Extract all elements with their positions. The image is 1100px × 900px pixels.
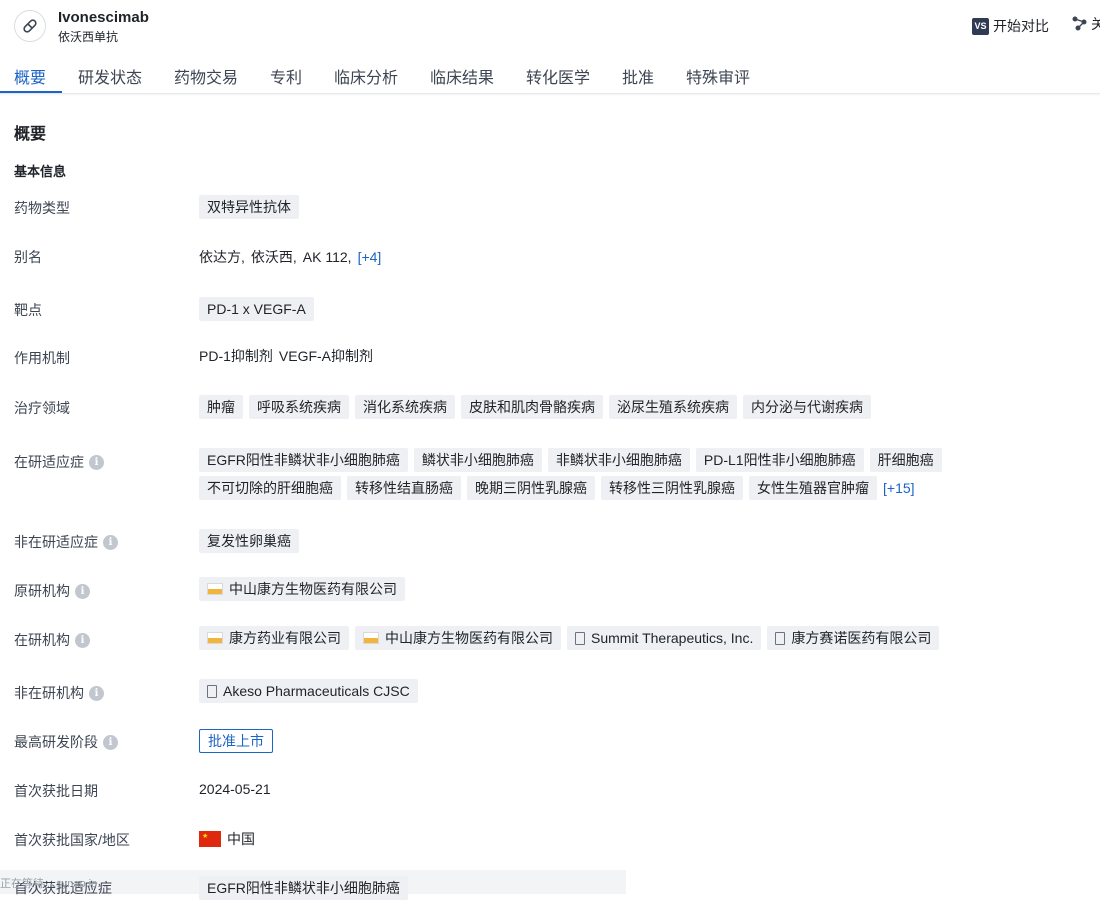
mechanism-item: PD-1抑制剂 [199,348,273,364]
inactive-indications-label: 非在研适应症 i [14,532,118,552]
highest-phase-label: 最高研发阶段 i [14,732,118,752]
indication-chip[interactable]: 转移性三阴性乳腺癌 [601,476,743,500]
drug-type-chip: 双特异性抗体 [199,195,299,219]
indication-chip[interactable]: EGFR阳性非鳞状非小细胞肺癌 [199,876,408,900]
tab-special-review[interactable]: 特殊审评 [686,64,750,88]
indication-chip[interactable]: 晚期三阴性乳腺癌 [467,476,595,500]
indication-chip[interactable]: 女性生殖器官肿瘤 [749,476,877,500]
alias-item: 依沃西, [250,249,297,265]
alias-more-link[interactable]: [+4] [358,249,382,265]
network-icon [1071,15,1089,34]
first-approval-date-label: 首次获批日期 [14,783,98,799]
drug-name: Ivonescimab [58,9,149,26]
alias-item: 依达方, [199,249,245,265]
originator-value: 中山康方生物医药有限公司 [199,577,405,601]
therapeutic-area-chip: 泌尿生殖系统疾病 [609,395,737,419]
org-logo-icon [207,632,223,644]
tab-approval[interactable]: 批准 [622,64,654,88]
tab-clinical-analysis[interactable]: 临床分析 [334,64,398,88]
alias-value: 依达方, 依沃西, AK 112, [+4] [199,247,381,267]
info-icon[interactable]: i [75,583,90,599]
section-title: 概要 [14,126,47,143]
mechanism-label: 作用机制 [14,350,70,366]
first-approval-country-value: ★ 中国 [199,829,255,849]
first-approval-date-value: 2024-05-21 [199,781,271,797]
first-approval-country-label: 首次获批国家/地区 [14,832,130,848]
drug-type-value: 双特异性抗体 [199,195,299,219]
info-icon[interactable]: i [103,534,118,550]
tab-overview[interactable]: 概要 [14,64,46,88]
highest-phase-value: 批准上市 [199,729,273,753]
drug-header: Ivonescimab 依沃西单抗 VS 开始对比 关 [0,0,1100,52]
alias-item: AK 112, [302,249,352,265]
therapeutic-area-chip: 内分泌与代谢疾病 [743,395,871,419]
share-label: 关 [1091,16,1100,32]
active-indications-value: EGFR阳性非鳞状非小细胞肺癌 鳞状非小细胞肺癌 非鳞状非小细胞肺癌 PD-L1… [199,448,1089,500]
therapeutic-area-chip: 呼吸系统疾病 [249,395,349,419]
building-icon [575,631,585,645]
org-logo-icon [207,583,223,595]
active-orgs-label: 在研机构 i [14,630,90,650]
org-logo-icon [363,632,379,644]
org-chip[interactable]: 中山康方生物医药有限公司 [355,626,561,650]
tab-bar: 概要 研发状态 药物交易 专利 临床分析 临床结果 转化医学 批准 特殊审评 [0,52,1100,94]
indication-chip[interactable]: 鳞状非小细胞肺癌 [413,448,542,472]
tab-translational[interactable]: 转化医学 [526,64,590,88]
info-icon[interactable]: i [103,734,118,750]
target-value: PD-1 x VEGF-A [199,297,314,321]
info-icon[interactable]: i [89,454,104,470]
indication-chip[interactable]: 转移性结直肠癌 [347,476,461,500]
active-indications-label: 在研适应症 i [14,452,104,472]
drug-name-cn: 依沃西单抗 [58,30,119,44]
indication-chip[interactable]: 肝细胞癌 [869,448,942,472]
inactive-orgs-value: Akeso Pharmaceuticals CJSC [199,679,418,703]
drug-type-label: 药物类型 [14,200,70,216]
phase-status-tag: 批准上市 [199,729,273,753]
vs-icon: VS [972,17,989,35]
indication-chip[interactable]: 复发性卵巢癌 [199,529,299,553]
tab-deals[interactable]: 药物交易 [174,64,238,88]
therapeutic-area-label: 治疗领域 [14,400,70,416]
basic-info-title: 基本信息 [14,164,67,179]
therapeutic-area-chip: 肿瘤 [199,395,243,419]
pill-icon [14,10,46,42]
active-orgs-value: 康方药业有限公司 中山康方生物医药有限公司 Summit Therapeutic… [199,626,940,650]
mechanism-item: VEGF-A抑制剂 [278,348,374,364]
mechanism-value: PD-1抑制剂 VEGF-A抑制剂 [199,346,373,366]
target-label: 靶点 [14,302,42,318]
tab-patents[interactable]: 专利 [270,64,302,88]
org-chip[interactable]: Akeso Pharmaceuticals CJSC [199,679,418,703]
indication-chip[interactable]: 非鳞状非小细胞肺癌 [547,448,690,472]
tab-clinical-results[interactable]: 临床结果 [430,64,494,88]
compare-button[interactable]: VS 开始对比 [972,16,1049,36]
indications-more-link[interactable]: [+15] [883,480,915,496]
info-icon[interactable]: i [75,632,90,648]
indication-chip[interactable]: EGFR阳性非鳞状非小细胞肺癌 [199,448,408,472]
therapeutic-area-chip: 皮肤和肌肉骨骼疾病 [461,395,603,419]
alias-label: 别名 [14,249,42,265]
org-chip[interactable]: 康方药业有限公司 [199,626,349,650]
inactive-indications-value: 复发性卵巢癌 [199,529,299,553]
info-icon[interactable]: i [89,685,104,701]
china-flag-icon: ★ [199,831,221,847]
org-chip[interactable]: 康方赛诺医药有限公司 [767,626,940,650]
originator-label: 原研机构 i [14,581,90,601]
org-chip[interactable]: Summit Therapeutics, Inc. [567,626,762,650]
org-chip[interactable]: 中山康方生物医药有限公司 [199,577,405,601]
compare-label: 开始对比 [993,18,1049,34]
therapeutic-area-value: 肿瘤 呼吸系统疾病 消化系统疾病 皮肤和肌肉骨骼疾病 泌尿生殖系统疾病 内分泌与… [199,395,1079,419]
share-button[interactable]: 关 [1071,14,1100,34]
first-approval-indication-value: EGFR阳性非鳞状非小细胞肺癌 [199,876,408,900]
building-icon [775,631,786,645]
therapeutic-area-chip: 消化系统疾病 [355,395,455,419]
indication-chip[interactable]: PD-L1阳性非小细胞肺癌 [695,448,864,472]
tab-rd-status[interactable]: 研发状态 [78,64,142,88]
inactive-orgs-label: 非在研机构 i [14,683,104,703]
active-tab-indicator [0,91,62,93]
indication-chip[interactable]: 不可切除的肝细胞癌 [199,476,341,500]
status-text: 正在等待 ...synap.io... [0,878,107,890]
target-chip[interactable]: PD-1 x VEGF-A [199,297,314,321]
building-icon [207,684,217,698]
